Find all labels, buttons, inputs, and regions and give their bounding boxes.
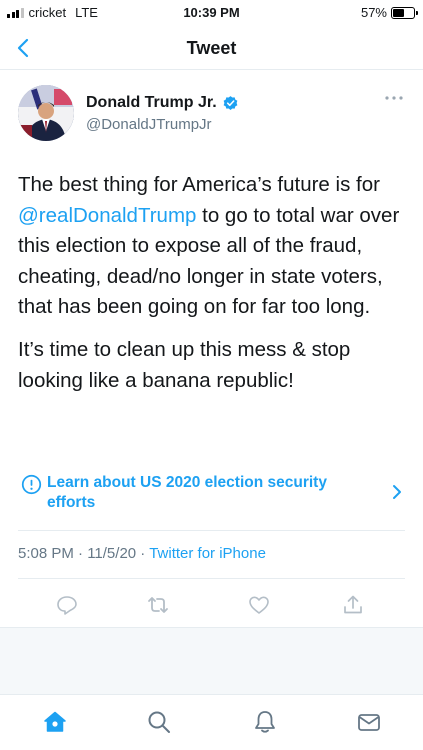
page-title: Tweet — [186, 38, 237, 58]
tweet-author: Donald Trump Jr. @DonaldJTrumpJr — [18, 85, 408, 145]
tweet-body: The best thing for America’s future is f… — [18, 170, 408, 396]
tweet-meta: 5:08 PM · 11/5/20 · Twitter for iPhone — [18, 545, 408, 562]
election-info-link[interactable]: Learn about US 2020 election security ef… — [18, 471, 408, 517]
tweet-actions — [18, 590, 405, 620]
author-name-row: Donald Trump Jr. — [86, 94, 239, 112]
search-icon[interactable] — [146, 709, 172, 735]
battery-icon — [391, 6, 418, 19]
nav-bar: Tweet — [0, 26, 423, 70]
tweet-text-prefix: The best thing for America’s future is f… — [18, 173, 380, 196]
status-time: 10:39 PM — [183, 5, 240, 20]
tweet-paragraph-2: It’s time to clean up this mess & stop l… — [18, 337, 351, 392]
more-dots-icon[interactable] — [384, 93, 404, 103]
replies-area — [0, 627, 423, 694]
retweet-icon[interactable] — [146, 593, 170, 617]
election-label: Learn about US 2020 election security ef… — [47, 474, 327, 511]
tab-bar — [0, 694, 423, 750]
like-icon[interactable] — [247, 593, 271, 617]
chevron-right-icon — [393, 485, 401, 499]
author-handle[interactable]: @DonaldJTrumpJr — [86, 116, 212, 133]
share-icon[interactable] — [341, 593, 365, 617]
tweet-paragraph-1: The best thing for America’s future is f… — [18, 170, 408, 323]
avatar[interactable] — [18, 85, 74, 141]
tweet-source-link[interactable]: Twitter for iPhone — [149, 545, 266, 562]
tweet-timestamp: 5:08 PM · 11/5/20 · — [18, 545, 150, 562]
divider — [18, 578, 405, 579]
mention-link[interactable]: @realDonaldTrump — [18, 204, 196, 227]
messages-icon[interactable] — [356, 709, 382, 735]
battery-percent: 57% — [360, 5, 387, 20]
status-bar: cricket LTE 10:39 PM 57% — [0, 0, 423, 26]
status-right: 57% — [360, 5, 418, 20]
author-name[interactable]: Donald Trump Jr. — [86, 94, 217, 112]
info-icon — [21, 474, 42, 495]
divider — [18, 530, 405, 531]
home-icon[interactable] — [42, 709, 68, 735]
verified-badge-icon — [223, 95, 238, 110]
reply-icon[interactable] — [55, 593, 79, 617]
notifications-icon[interactable] — [252, 709, 278, 735]
